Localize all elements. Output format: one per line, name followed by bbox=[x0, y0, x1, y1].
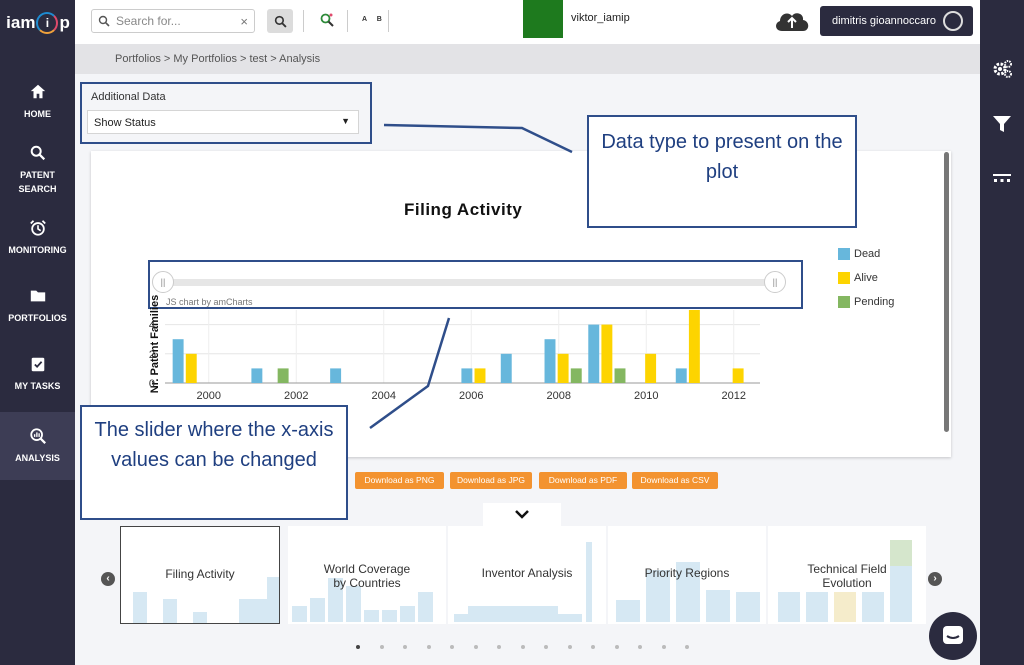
carousel-dot[interactable] bbox=[661, 645, 666, 649]
carousel-item-inventor-analysis[interactable]: Inventor Analysis bbox=[448, 526, 606, 624]
collapse-toggle[interactable] bbox=[483, 503, 561, 527]
carousel-dot[interactable] bbox=[614, 645, 619, 649]
carousel-dot[interactable] bbox=[379, 645, 384, 649]
chevron-down-icon bbox=[515, 510, 529, 519]
download-csv-button[interactable]: Download as CSV bbox=[632, 472, 718, 489]
carousel-dot[interactable] bbox=[591, 645, 595, 649]
callout-data-type: Data type to present on the plot bbox=[587, 115, 857, 228]
carousel-dot[interactable] bbox=[638, 645, 642, 649]
carousel-dot[interactable] bbox=[520, 645, 525, 649]
carousel-dot[interactable] bbox=[497, 645, 501, 649]
carousel-dot[interactable] bbox=[685, 645, 689, 649]
carousel-item-filing-activity[interactable]: Filing Activity bbox=[120, 526, 280, 624]
carousel-item-label: Technical Field Evolution bbox=[807, 562, 887, 590]
carousel-dot[interactable] bbox=[356, 645, 360, 649]
carousel-item-priority-regions[interactable]: Priority Regions bbox=[608, 526, 766, 624]
carousel-dot[interactable] bbox=[403, 645, 407, 649]
download-pdf-button[interactable]: Download as PDF bbox=[539, 472, 627, 489]
chat-launcher-button[interactable] bbox=[929, 612, 977, 660]
callout-slider: The slider where the x-axis values can b… bbox=[80, 405, 348, 520]
carousel-item-label: Inventor Analysis bbox=[481, 566, 573, 580]
carousel-dot[interactable] bbox=[426, 645, 431, 649]
carousel-dot[interactable] bbox=[473, 645, 478, 649]
carousel-item-label: World Coverage by Countries bbox=[323, 562, 411, 590]
download-png-button[interactable]: Download as PNG bbox=[355, 472, 444, 489]
download-jpg-button[interactable]: Download as JPG bbox=[450, 472, 532, 489]
carousel-item-world-coverage[interactable]: World Coverage by Countries bbox=[288, 526, 446, 624]
chat-icon bbox=[943, 626, 963, 644]
carousel-prev-button[interactable]: ‹ bbox=[101, 572, 115, 586]
carousel-item-label: Priority Regions bbox=[644, 566, 730, 580]
carousel-dot[interactable] bbox=[567, 645, 572, 649]
carousel-item-technical-field-evolution[interactable]: Technical Field Evolution bbox=[768, 526, 926, 624]
carousel-dot[interactable] bbox=[544, 645, 548, 649]
carousel-dot[interactable] bbox=[450, 645, 454, 649]
carousel-next-button[interactable]: › bbox=[928, 572, 942, 586]
carousel-item-label: Filing Activity bbox=[165, 567, 235, 581]
